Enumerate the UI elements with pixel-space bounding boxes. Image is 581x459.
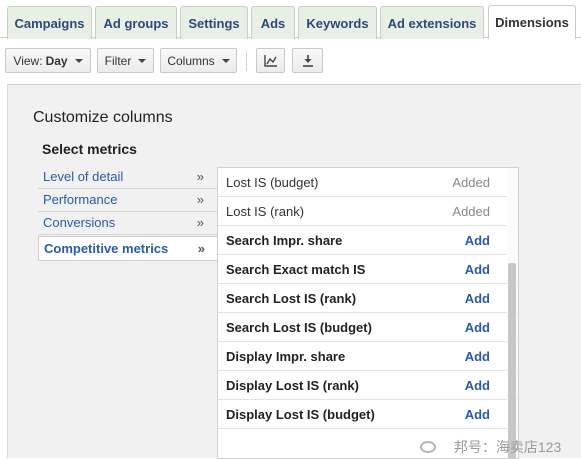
view-value: Day	[45, 53, 68, 68]
metric-label: Search Lost IS (rank)	[226, 291, 357, 306]
tab-settings[interactable]: Settings	[180, 6, 248, 39]
metric-label: Lost IS (rank)	[226, 204, 305, 219]
metric-label: Display Lost IS (rank)	[226, 378, 359, 393]
metric-row: Lost IS (rank) Added	[218, 197, 518, 226]
add-metric-link[interactable]: Add	[465, 226, 490, 255]
category-level-of-detail[interactable]: Level of detail »	[38, 166, 218, 189]
wechat-icon	[420, 441, 436, 453]
category-label: Competitive metrics	[44, 241, 169, 256]
double-chevron-right-icon: »	[197, 241, 205, 256]
metric-label: Search Exact match IS	[226, 262, 366, 277]
metrics-list[interactable]: Lost IS (budget) Added Lost IS (rank) Ad…	[217, 167, 519, 459]
tab-dimensions[interactable]: Dimensions	[488, 5, 576, 39]
toolbar-divider	[246, 51, 247, 71]
chart-button[interactable]	[256, 48, 285, 73]
tab-ads[interactable]: Ads	[251, 6, 295, 39]
metric-label: Display Impr. share	[226, 349, 346, 364]
add-metric-link[interactable]: Add	[465, 342, 490, 371]
add-metric-link[interactable]: Add	[465, 284, 490, 313]
watermark: 邦号：海卖店123	[420, 437, 561, 457]
metric-label: Search Impr. share	[226, 233, 343, 248]
section-title: Select metrics	[42, 141, 137, 157]
chevron-down-icon	[138, 58, 147, 63]
add-metric-link[interactable]: Add	[465, 400, 490, 429]
add-metric-link[interactable]: Add	[465, 255, 490, 284]
metric-row: Search Lost IS (budget) Add	[218, 313, 518, 342]
metric-row: Search Impr. share Add	[218, 226, 518, 255]
tab-bar: Campaigns Ad groups Settings Ads Keyword…	[0, 0, 581, 39]
toolbar: View: Day Filter Columns	[0, 39, 581, 85]
metric-label: Search Lost IS (budget)	[226, 320, 372, 335]
metric-label: Display Lost IS (budget)	[226, 407, 375, 422]
metric-row: Display Impr. share Add	[218, 342, 518, 371]
double-chevron-right-icon: »	[196, 215, 204, 230]
metric-category-list: Level of detail » Performance » Conversi…	[38, 166, 219, 261]
chevron-down-icon	[221, 58, 230, 63]
metric-added-status: Added	[452, 175, 490, 190]
tab-campaigns[interactable]: Campaigns	[7, 6, 92, 39]
customize-columns-panel: Customize columns Select metrics Level o…	[7, 84, 581, 459]
double-chevron-right-icon: »	[196, 169, 204, 184]
metric-row: Display Lost IS (rank) Add	[218, 371, 518, 400]
add-metric-link[interactable]: Add	[465, 313, 490, 342]
panel-title: Customize columns	[33, 109, 173, 126]
metric-row: Lost IS (budget) Added	[218, 168, 518, 197]
scrollbar-thumb[interactable]	[508, 263, 516, 458]
filter-dropdown[interactable]: Filter	[97, 48, 154, 73]
columns-label: Columns	[167, 53, 215, 68]
watermark-text: 邦号：海卖店123	[453, 439, 562, 455]
tab-ad-extensions[interactable]: Ad extensions	[380, 6, 484, 39]
metric-row: Search Lost IS (rank) Add	[218, 284, 518, 313]
download-button[interactable]	[292, 48, 323, 73]
add-metric-link[interactable]: Add	[465, 371, 490, 400]
category-label: Conversions	[43, 215, 116, 230]
line-chart-icon	[263, 54, 278, 67]
category-conversions[interactable]: Conversions »	[38, 212, 218, 235]
tab-keywords[interactable]: Keywords	[298, 6, 377, 39]
metric-row: Search Exact match IS Add	[218, 255, 518, 284]
category-label: Level of detail	[43, 169, 124, 184]
filter-label: Filter	[104, 53, 132, 68]
category-performance[interactable]: Performance »	[38, 189, 218, 212]
metric-added-status: Added	[452, 204, 490, 219]
category-label: Performance	[43, 192, 118, 207]
metric-row: Display Lost IS (budget) Add	[218, 400, 518, 429]
category-competitive-metrics[interactable]: Competitive metrics »	[38, 236, 219, 261]
tab-ad-groups[interactable]: Ad groups	[95, 6, 177, 39]
double-chevron-right-icon: »	[196, 192, 204, 207]
view-prefix: View:	[13, 53, 43, 68]
download-icon	[302, 54, 314, 67]
columns-dropdown[interactable]: Columns	[160, 48, 237, 73]
view-dropdown[interactable]: View: Day	[5, 48, 91, 73]
metric-label: Lost IS (budget)	[226, 175, 319, 190]
chevron-down-icon	[74, 58, 83, 63]
